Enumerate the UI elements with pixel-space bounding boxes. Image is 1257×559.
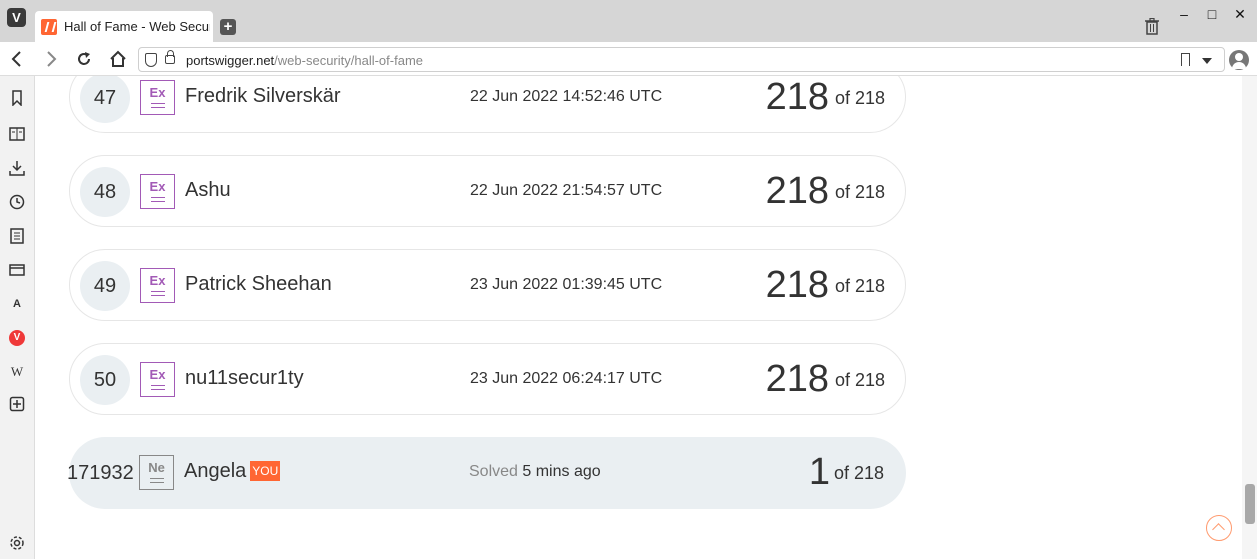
score-total: of 218 [835, 276, 886, 296]
rank-number: 49 [80, 261, 130, 311]
user-name: Ashu [185, 179, 231, 201]
vivaldi-menu-icon[interactable]: V [7, 8, 26, 27]
leaderboard-row: 49 Ex Patrick Sheehan 23 Jun 2022 01:39:… [69, 249, 906, 321]
lock-icon[interactable] [165, 50, 175, 64]
reader-icon[interactable] [9, 126, 25, 142]
score-total: of 218 [834, 463, 885, 483]
score: 1 [808, 451, 830, 493]
you-badge: YOU [250, 461, 281, 481]
score-total: of 218 [835, 182, 886, 202]
reload-button[interactable] [75, 50, 93, 68]
scrollbar-thumb[interactable] [1245, 484, 1255, 524]
completion-date: 23 Jun 2022 06:24:17 UTC [470, 370, 663, 387]
score: 218 [765, 264, 829, 306]
solved-status: Solved 5 mins ago [469, 463, 601, 481]
close-window-button[interactable]: ✕ [1233, 7, 1247, 21]
rank-number: 171932 [67, 462, 134, 484]
bookmarks-icon[interactable] [9, 90, 25, 106]
add-panel-icon[interactable] [9, 396, 25, 412]
leaderboard-row: 50 Ex nu11secur1ty 23 Jun 2022 06:24:17 … [69, 343, 906, 415]
history-icon[interactable] [9, 194, 25, 210]
back-arrow-icon [11, 51, 21, 67]
user-name: Patrick Sheehan [185, 273, 332, 295]
home-button[interactable] [109, 50, 127, 68]
profile-avatar-icon[interactable] [1229, 50, 1249, 70]
rank-number: 47 [80, 76, 130, 123]
expert-level-badge: Ex [140, 174, 175, 209]
score: 218 [765, 76, 829, 118]
score: 218 [765, 170, 829, 212]
tab-title: Hall of Fame - Web Security Academy [64, 19, 210, 34]
notes-icon[interactable] [9, 228, 25, 244]
trash-icon[interactable] [1144, 18, 1160, 35]
rank-number: 48 [80, 167, 130, 217]
expert-level-badge: Ex [140, 362, 175, 397]
solved-time: 5 mins ago [522, 463, 601, 480]
url-text[interactable]: portswigger.net/web-security/hall-of-fam… [186, 53, 423, 68]
active-tab[interactable]: Hall of Fame - Web Security Academy [35, 11, 213, 42]
back-button[interactable] [8, 50, 26, 68]
current-user-row: 171932 Ne Angela YOU Solved 5 mins ago 1 … [67, 437, 906, 509]
user-name: Fredrik Silverskär [185, 85, 341, 107]
user-name-text: Angela [184, 460, 247, 482]
address-field[interactable]: portswigger.net/web-security/hall-of-fam… [138, 47, 1225, 72]
downloads-icon[interactable] [9, 160, 25, 176]
completion-date: 22 Jun 2022 21:54:57 UTC [470, 182, 663, 199]
tab-bar: V Hall of Fame - Web Security Academy + … [0, 0, 1257, 42]
page-content: 47 Ex Fredrik Silverskär 22 Jun 2022 14:… [35, 76, 1242, 559]
minimize-button[interactable]: – [1177, 7, 1191, 21]
address-bar-row: portswigger.net/web-security/hall-of-fam… [0, 42, 1257, 76]
back-to-top-icon[interactable] [1206, 515, 1232, 541]
score: 218 [765, 358, 829, 400]
expert-level-badge: Ex [140, 80, 175, 115]
vivaldi-icon[interactable]: V [9, 330, 25, 346]
shield-icon[interactable] [145, 53, 157, 67]
solved-label: Solved [469, 463, 518, 480]
url-domain: portswigger.net [186, 53, 275, 68]
expert-level-badge: Ex [140, 268, 175, 303]
side-panel: A V W [0, 76, 35, 559]
forward-arrow-icon [47, 51, 57, 67]
wikipedia-icon[interactable]: W [9, 364, 25, 380]
rank-number: 50 [80, 355, 130, 405]
reload-icon [78, 52, 90, 65]
window-icon[interactable] [9, 262, 25, 278]
bookmark-icon[interactable] [1181, 53, 1190, 66]
translate-icon[interactable]: A [9, 296, 25, 312]
score-total: of 218 [835, 370, 886, 390]
settings-icon[interactable] [9, 535, 25, 551]
forward-button[interactable] [42, 50, 60, 68]
score-total: of 218 [835, 88, 886, 108]
home-icon [110, 50, 126, 67]
url-path: /web-security/hall-of-fame [274, 53, 423, 68]
new-tab-button[interactable]: + [220, 19, 236, 35]
leaderboard-row: 48 Ex Ashu 22 Jun 2022 21:54:57 UTC 218 … [69, 155, 906, 227]
vertical-scrollbar[interactable] [1242, 76, 1257, 559]
completion-date: 22 Jun 2022 14:52:46 UTC [470, 88, 663, 105]
novice-level-badge: Ne [139, 455, 174, 490]
user-name: nu11secur1ty [185, 367, 304, 389]
leaderboard-row: 47 Ex Fredrik Silverskär 22 Jun 2022 14:… [69, 76, 906, 133]
completion-date: 23 Jun 2022 01:39:45 UTC [470, 276, 663, 293]
maximize-button[interactable]: □ [1205, 7, 1219, 21]
chevron-down-icon[interactable] [1202, 58, 1212, 64]
portswigger-favicon-icon [41, 19, 57, 35]
user-name: Angela YOU [184, 460, 281, 483]
